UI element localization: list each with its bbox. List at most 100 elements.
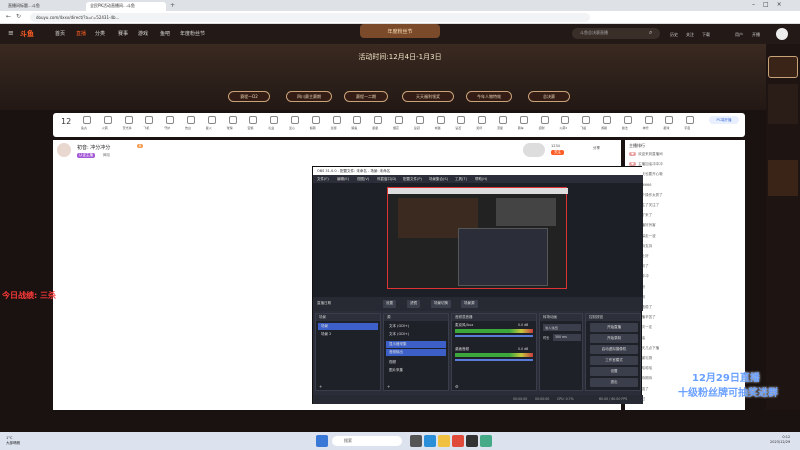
site-logo[interactable]: 斗鱼 bbox=[20, 29, 34, 39]
back-icon[interactable]: ← bbox=[6, 13, 11, 20]
start-streaming-button[interactable]: 开始直播 bbox=[590, 323, 638, 332]
preview-capture[interactable] bbox=[387, 187, 568, 289]
gift-icon[interactable] bbox=[603, 116, 611, 124]
reload-icon[interactable]: ↻ bbox=[16, 13, 21, 20]
gift-icon[interactable] bbox=[353, 116, 362, 124]
virtual-camera-button[interactable]: 启动虚拟摄像机 bbox=[590, 345, 638, 354]
obs-menu-item[interactable]: 文件(F) bbox=[317, 177, 329, 182]
banner-pill[interactable]: 总决赛 bbox=[528, 91, 570, 102]
source-properties-button[interactable]: 设置 bbox=[383, 300, 396, 308]
explorer-icon[interactable] bbox=[438, 435, 450, 447]
nav-category[interactable]: 分类 bbox=[95, 30, 105, 37]
scene-item[interactable]: 场景 bbox=[318, 323, 378, 330]
obs-menu-item[interactable]: 工具(T) bbox=[455, 177, 467, 182]
streamer-avatar[interactable] bbox=[57, 143, 71, 157]
settings-button[interactable]: 设置 bbox=[590, 367, 638, 376]
gift-icon[interactable] bbox=[270, 116, 279, 124]
banner-pill[interactable]: 四川赛主赛期 bbox=[286, 91, 332, 102]
gift-icon[interactable] bbox=[436, 116, 445, 124]
volume-slider[interactable] bbox=[455, 359, 533, 361]
gift-icon[interactable] bbox=[457, 116, 466, 124]
banner-pill[interactable]: 今年人物特效 bbox=[466, 91, 512, 102]
obs-menu-item[interactable]: 帮助(H) bbox=[475, 177, 487, 182]
browser-tab-active[interactable]: 全民PK活动直播间...斗鱼 bbox=[86, 2, 166, 11]
side-card-image[interactable] bbox=[768, 160, 798, 196]
nav-home[interactable]: 首页 bbox=[55, 30, 65, 37]
gift-icon[interactable] bbox=[665, 116, 674, 124]
gift-icon[interactable] bbox=[124, 116, 133, 124]
duration-input[interactable]: 300 ms bbox=[553, 334, 581, 341]
search-icon[interactable]: ⌕ bbox=[649, 29, 652, 37]
taskbar-search[interactable]: 搜索 bbox=[332, 436, 402, 446]
gift-icon[interactable] bbox=[374, 116, 383, 124]
app-icon[interactable] bbox=[480, 435, 492, 447]
banner-pill[interactable]: 赛程一二期 bbox=[344, 91, 388, 102]
gift-icon[interactable] bbox=[187, 116, 195, 124]
rank-badge-icon[interactable] bbox=[523, 143, 545, 157]
gift-icon[interactable] bbox=[478, 116, 487, 124]
new-tab-icon[interactable]: + bbox=[170, 2, 175, 9]
obs-menu-item[interactable]: 编辑(E) bbox=[337, 177, 349, 182]
gift-icon[interactable] bbox=[249, 116, 258, 124]
gift-icon[interactable] bbox=[582, 116, 591, 124]
task-view-icon[interactable] bbox=[410, 435, 422, 447]
download-link[interactable]: 下载 bbox=[702, 32, 710, 38]
exit-button[interactable]: 退出 bbox=[590, 378, 638, 387]
source-item[interactable]: 显示器采集 bbox=[386, 341, 446, 348]
gift-icon[interactable] bbox=[561, 116, 570, 124]
gift-icon[interactable] bbox=[499, 116, 507, 124]
gift-icon[interactable] bbox=[519, 116, 528, 124]
source-filters-button[interactable]: 滤镜 bbox=[407, 300, 420, 308]
obs-menu-item[interactable]: 配置文件(P) bbox=[403, 177, 422, 182]
gift-icon[interactable] bbox=[166, 116, 175, 124]
fanfest-badge-icon[interactable] bbox=[768, 56, 798, 78]
start-recording-button[interactable]: 开始录制 bbox=[590, 334, 638, 343]
menu-icon[interactable]: ≡ bbox=[8, 29, 14, 37]
history-link[interactable]: 历史 bbox=[670, 32, 678, 38]
mixer-settings-icon[interactable]: ⚙ bbox=[455, 384, 459, 389]
transition-select[interactable]: 淡入淡出 bbox=[543, 324, 581, 331]
search-input[interactable]: 斗鱼总决赛直播 bbox=[572, 28, 660, 39]
gift-icon[interactable] bbox=[83, 116, 91, 124]
share-button[interactable]: 分享 bbox=[593, 146, 600, 151]
pc-live-button[interactable]: PC端开播 bbox=[709, 116, 739, 124]
obs-icon[interactable] bbox=[466, 435, 478, 447]
system-clock[interactable]: 0:12 2023/12/29 bbox=[770, 435, 790, 445]
gift-icon[interactable] bbox=[540, 116, 549, 124]
gift-icon[interactable] bbox=[686, 116, 695, 124]
side-card[interactable] bbox=[768, 84, 798, 124]
gift-icon[interactable] bbox=[103, 116, 112, 124]
scene-item[interactable]: 场景 2 bbox=[318, 331, 378, 338]
avatar[interactable] bbox=[776, 28, 788, 40]
scene-switch-button[interactable]: 场景切换 bbox=[431, 300, 451, 308]
banner-pill[interactable]: 赛程一D2 bbox=[228, 91, 270, 102]
weather-widget[interactable]: 1°C 大部晴朗 bbox=[6, 436, 20, 446]
follow-link[interactable]: 关注 bbox=[686, 32, 694, 38]
nav-live[interactable]: 直播 bbox=[76, 30, 86, 37]
gift-icon[interactable] bbox=[311, 116, 320, 124]
gift-icon[interactable] bbox=[415, 116, 424, 124]
gift-icon[interactable] bbox=[145, 116, 154, 124]
source-item[interactable]: 图片采集 bbox=[386, 367, 446, 374]
gift-icon[interactable] bbox=[395, 116, 403, 124]
chrome-icon[interactable] bbox=[452, 435, 464, 447]
gift-icon[interactable] bbox=[228, 116, 237, 124]
source-item[interactable]: 视频 bbox=[386, 359, 446, 366]
source-item[interactable]: 文本 (GDI+) bbox=[386, 331, 446, 338]
source-add-icon[interactable]: + bbox=[387, 384, 390, 389]
source-item[interactable]: 音频输出 bbox=[386, 349, 446, 356]
nav-games[interactable]: 游戏 bbox=[138, 30, 148, 37]
edge-icon[interactable] bbox=[424, 435, 436, 447]
gift-icon[interactable] bbox=[332, 116, 341, 124]
start-icon[interactable] bbox=[316, 435, 328, 447]
banner-pill[interactable]: 天天福利领奖 bbox=[402, 91, 454, 102]
user-link[interactable]: 用户 bbox=[735, 32, 743, 38]
gift-icon[interactable] bbox=[291, 116, 299, 124]
follow-button[interactable]: 关注 bbox=[551, 150, 564, 155]
nav-fanfest[interactable]: 年度粉丝节 bbox=[180, 30, 205, 37]
nav-events[interactable]: 赛事 bbox=[118, 30, 128, 37]
scene-source-button[interactable]: 场景源 bbox=[461, 300, 478, 308]
start-live-link[interactable]: 开播 bbox=[752, 32, 760, 38]
studio-mode-button[interactable]: 工作室模式 bbox=[590, 356, 638, 365]
volume-slider[interactable] bbox=[455, 335, 533, 337]
